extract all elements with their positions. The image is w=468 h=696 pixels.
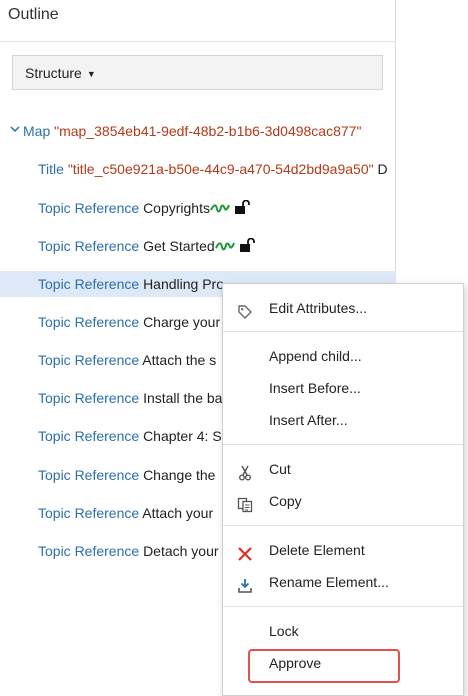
header-divider: [0, 41, 396, 42]
tree-row-topic[interactable]: Topic Reference Detach your: [0, 538, 222, 564]
chevron-down-icon[interactable]: [10, 118, 20, 144]
menu-divider: [223, 525, 463, 526]
tree-node-id: "title_c50e921a-b50e-44c9-a470-54d2bd9a9…: [67, 161, 374, 177]
menu-item-label: Delete Element: [269, 542, 365, 558]
tag-icon: [237, 300, 253, 319]
tree-row-topic[interactable]: Topic Reference Change the: [0, 462, 222, 488]
menu-item-edit-attributes[interactable]: Edit Attributes...: [223, 293, 463, 323]
rename-download-icon: [237, 574, 253, 593]
edit-squiggle-icon: [210, 196, 230, 221]
tree-node-text: D: [377, 161, 388, 177]
tree-node-kind: Topic Reference: [38, 428, 140, 444]
tree-row-topic[interactable]: Topic Reference Chapter 4: S: [0, 423, 222, 449]
menu-item-label: Edit Attributes...: [269, 300, 368, 316]
tree-node-text: Handling Pro: [143, 276, 224, 292]
tree-node-kind: Topic Reference: [38, 467, 140, 483]
menu-divider: [223, 444, 463, 445]
copy-icon: [237, 493, 253, 513]
menu-item-label: Cut: [269, 461, 291, 477]
menu-item-delete-element[interactable]: Delete Element: [223, 535, 463, 565]
tree-node-kind: Topic Reference: [38, 352, 140, 368]
tree-node-text: Detach your: [143, 543, 219, 559]
panel-title: Outline: [8, 6, 59, 23]
tree-node-text: Get Started: [143, 238, 215, 254]
context-menu: Edit Attributes... Append child... Inser…: [222, 283, 464, 696]
unlocked-icon[interactable]: [239, 234, 255, 259]
tree-node-kind: Topic Reference: [38, 200, 140, 216]
tree-node-kind: Topic Reference: [38, 238, 140, 254]
tree-node-text: Charge your: [143, 314, 221, 330]
menu-item-label: Copy: [269, 493, 302, 509]
menu-item-insert-before[interactable]: Insert Before...: [223, 373, 463, 403]
structure-button-label: Structure: [25, 65, 82, 81]
tree-node-kind: Title: [38, 161, 64, 177]
tree-node-kind: Map: [23, 123, 51, 139]
tree-node-text: Copyrights: [143, 200, 210, 216]
menu-item-label: Append child...: [269, 348, 362, 364]
edit-squiggle-icon: [214, 234, 235, 259]
tree-node-text: Attach your: [142, 505, 214, 521]
tree-node-kind: Topic Reference: [38, 505, 140, 521]
caret-down-icon: ▼: [86, 69, 96, 79]
menu-item-label: Lock: [269, 623, 299, 639]
delete-x-icon: [237, 542, 253, 561]
tree-node-text: Chapter 4: S: [143, 428, 222, 444]
menu-divider: [223, 331, 463, 332]
tree-node-text: Attach the s: [142, 352, 217, 368]
menu-item-cut[interactable]: Cut: [223, 454, 463, 484]
tree-row-topic[interactable]: Topic Reference Attach your: [0, 500, 222, 526]
menu-item-append-child[interactable]: Append child...: [223, 341, 463, 371]
structure-dropdown-button[interactable]: Structure ▼: [12, 55, 383, 90]
tree-row-topic[interactable]: Topic Reference Charge your: [0, 309, 222, 335]
tree-row-topic[interactable]: Topic Reference Install the ba: [0, 385, 222, 411]
menu-item-rename-element[interactable]: Rename Element...: [223, 567, 463, 597]
tree-node-kind: Topic Reference: [38, 390, 140, 406]
tree-node-id: "map_3854eb41-9edf-48b2-b1b6-3d0498cac87…: [54, 123, 362, 139]
tree-node-text: Install the ba: [143, 390, 222, 406]
unlocked-icon[interactable]: [234, 196, 250, 221]
menu-item-label: Rename Element...: [269, 574, 389, 590]
scissors-icon: [237, 461, 253, 481]
menu-item-label: Insert Before...: [269, 380, 361, 396]
menu-item-lock[interactable]: Lock: [223, 616, 463, 646]
tree-row-topic[interactable]: Topic Reference Attach the s: [0, 347, 222, 373]
tree-row-topic[interactable]: Topic Reference Get Started: [0, 233, 396, 259]
tree-node-kind: Topic Reference: [38, 543, 140, 559]
menu-item-copy[interactable]: Copy: [223, 486, 463, 516]
approve-highlight-box: [248, 649, 400, 683]
tree-node-kind: Topic Reference: [38, 314, 140, 330]
menu-item-insert-after[interactable]: Insert After...: [223, 405, 463, 435]
menu-divider: [223, 606, 463, 607]
tree-row-title[interactable]: Title "title_c50e921a-b50e-44c9-a470-54d…: [0, 156, 396, 182]
tree-row-topic[interactable]: Topic Reference Copyrights: [0, 195, 396, 221]
tree-node-kind: Topic Reference: [38, 276, 140, 292]
menu-item-label: Insert After...: [269, 412, 348, 428]
tree-row-map[interactable]: Map "map_3854eb41-9edf-48b2-b1b6-3d0498c…: [0, 118, 396, 144]
tree-node-text: Change the: [143, 467, 216, 483]
